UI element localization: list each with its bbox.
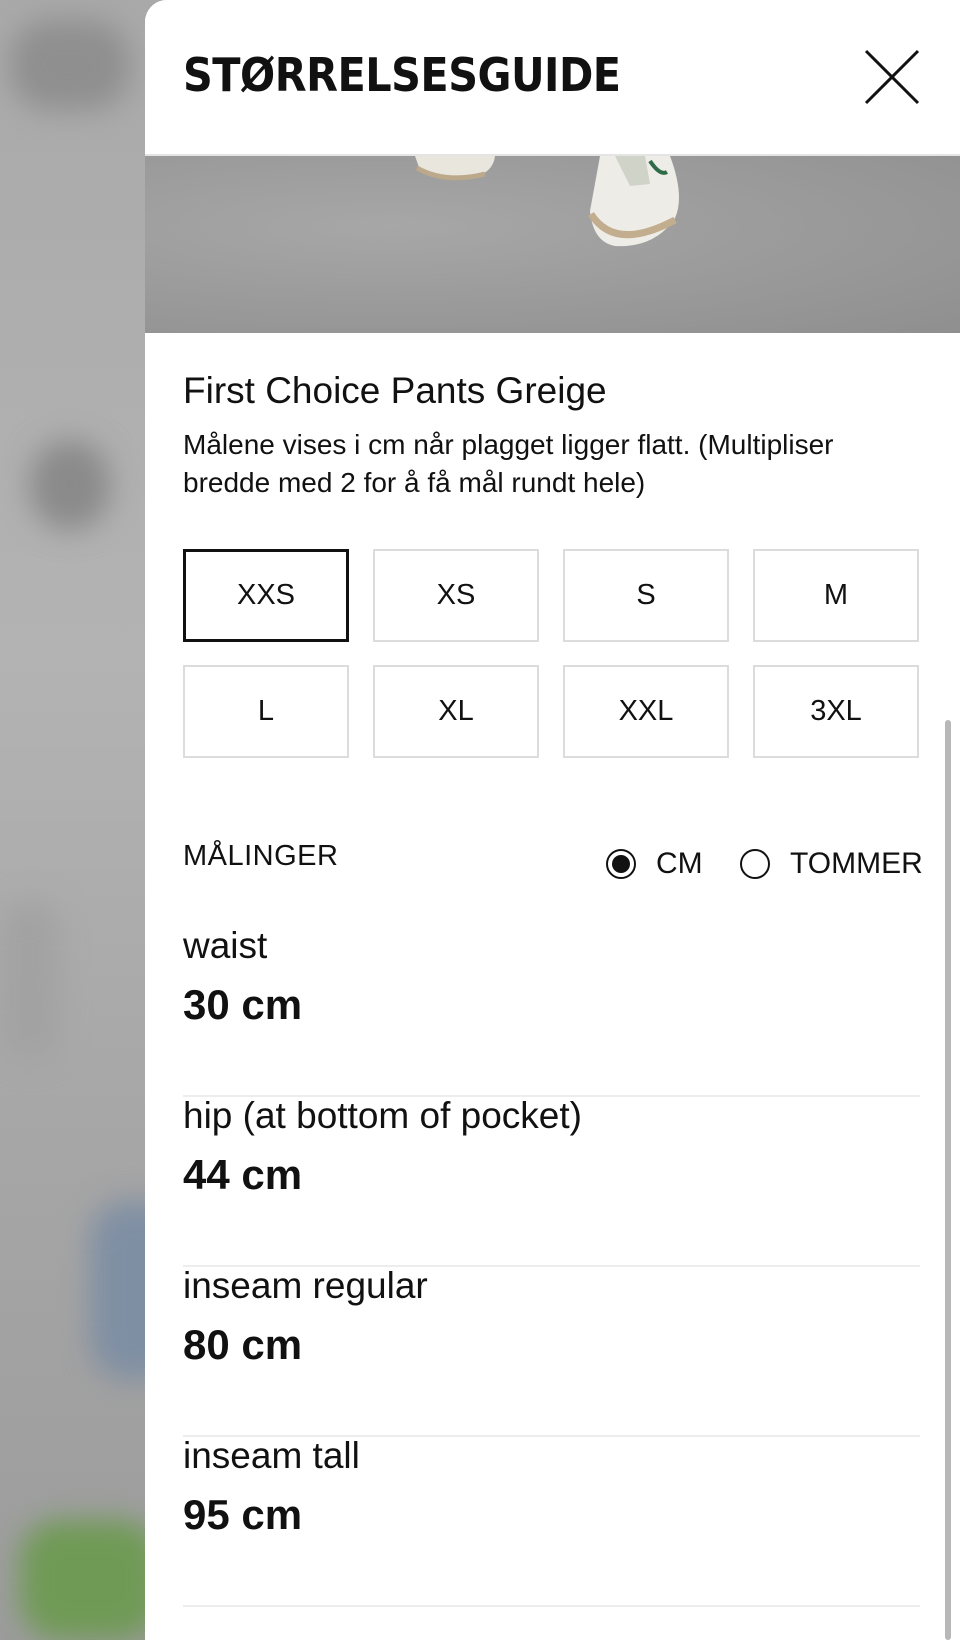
measurement-value: 95 cm [183, 1491, 303, 1538]
measurement-label: waist [183, 925, 268, 966]
measurement-description: Målene vises i cm når plagget ligger fla… [183, 429, 834, 498]
background-blur-shape [30, 440, 110, 530]
size-option-l[interactable]: L [183, 665, 349, 758]
radio-unselected-icon[interactable] [740, 849, 770, 879]
measurement-label: inseam tall [183, 1435, 360, 1476]
size-option-s[interactable]: S [563, 549, 729, 642]
unit-label-inches: TOMMER [790, 847, 923, 880]
sneakers-image [415, 156, 679, 247]
unit-option-cm[interactable]: CM [606, 844, 703, 884]
close-icon [864, 49, 920, 105]
measurements-header: MÅLINGER CM TOMMER [183, 840, 923, 890]
size-option-xl[interactable]: XL [373, 665, 539, 758]
size-option-xxl[interactable]: XXL [563, 665, 729, 758]
size-option-m[interactable]: M [753, 549, 919, 642]
background-blur-shape [10, 20, 130, 110]
background-blur-shape [0, 900, 60, 1060]
close-button[interactable] [861, 46, 923, 108]
measurement-value: 30 cm [183, 981, 303, 1028]
drawer-title: STØRRELSESGUIDE [183, 48, 621, 102]
size-option-xxs[interactable]: XXS [183, 549, 349, 642]
measurement-label: inseam regular [183, 1265, 428, 1306]
drawer-header: STØRRELSESGUIDE [145, 0, 960, 156]
unit-option-inches[interactable]: TOMMER [740, 844, 923, 884]
measurement-label: hip (at bottom of pocket) [183, 1095, 582, 1136]
measurement-value: 44 cm [183, 1151, 303, 1198]
radio-selected-icon[interactable] [606, 849, 636, 879]
size-option-3xl[interactable]: 3XL [753, 665, 919, 758]
product-info: First Choice Pants Greige Målene vises i… [183, 370, 920, 502]
product-name: First Choice Pants Greige [183, 370, 607, 411]
measurement-row: inseam tall 95 cm [183, 1435, 920, 1607]
measurement-value: 80 cm [183, 1321, 303, 1368]
measurements-heading: MÅLINGER [183, 840, 339, 872]
measurement-row: inseam regular 80 cm [183, 1265, 920, 1437]
product-photo [145, 156, 960, 333]
measurement-row: hip (at bottom of pocket) 44 cm [183, 1095, 920, 1267]
measurement-row: waist 30 cm [183, 925, 920, 1097]
unit-label-cm: CM [656, 847, 703, 880]
background-blur-shape [20, 1520, 160, 1640]
scrollbar[interactable] [945, 720, 951, 1640]
size-option-xs[interactable]: XS [373, 549, 539, 642]
size-guide-drawer: STØRRELSESGUIDE First Choice Pants Greig… [145, 0, 960, 1640]
